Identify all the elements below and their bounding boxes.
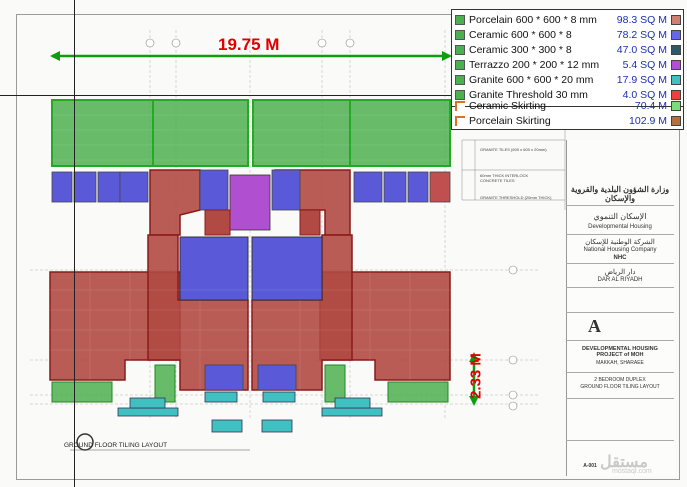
legend-color-swatch xyxy=(671,14,681,25)
legend-color-swatch xyxy=(671,100,681,111)
project-location: MAKKAH, SHARAEE xyxy=(596,360,644,366)
skirting-icon xyxy=(455,115,465,126)
project-title: DEVELOPMENTAL HOUSING PROJECT of MOH xyxy=(582,346,658,358)
legend-color-swatch xyxy=(671,115,681,126)
legend-material-quantity: 98.3 SQ M xyxy=(616,13,667,26)
title-block-divider xyxy=(566,312,674,313)
sheet-title-1: 2 BEDROOM DUPLEX xyxy=(594,377,646,383)
dimension-vertical-label: 2.33 M xyxy=(467,353,485,399)
material-legend: Porcelain 600 * 600 * 8 mm 98.3 SQ M Cer… xyxy=(451,9,684,130)
legend-row-porcelain-600: Porcelain 600 * 600 * 8 mm 98.3 SQ M xyxy=(455,13,681,26)
nhc-abbr: NHC xyxy=(613,255,627,261)
tile-note-interlock: 60mm THICK INTERLOCK CONCRETE TILES xyxy=(480,173,529,183)
legend-material-name: Ceramic Skirting xyxy=(469,99,547,112)
legend-row-ceramic-300: Ceramic 300 * 300 * 8 47.0 SQ M xyxy=(455,43,681,56)
legend-color-swatch xyxy=(671,74,681,85)
tile-icon xyxy=(455,14,465,25)
title-block-divider xyxy=(566,287,674,288)
legend-color-swatch xyxy=(671,29,681,40)
title-block-divider xyxy=(566,263,674,264)
legend-material-quantity: 47.0 SQ M xyxy=(616,43,667,56)
legend-color-swatch xyxy=(671,44,681,55)
title-block-divider xyxy=(566,234,674,235)
dimension-horizontal-label: 19.75 M xyxy=(218,35,280,54)
legend-row-ceramic-600: Ceramic 600 * 600 * 8 78.2 SQ M xyxy=(455,28,681,41)
legend-row-ceramic-skirting: Ceramic Skirting 70.4 M xyxy=(455,99,681,112)
legend-material-quantity: 5.4 SQ M xyxy=(622,58,667,71)
crosshair-horizontal xyxy=(0,95,455,96)
drawing-title: GROUND FLOOR TILING LAYOUT xyxy=(64,442,168,449)
legend-material-name: Porcelain 600 * 600 * 8 mm xyxy=(469,13,597,26)
legend-material-name: Ceramic 600 * 600 * 8 xyxy=(469,28,572,41)
architect-logo: A xyxy=(588,316,601,336)
title-block-divider xyxy=(566,398,674,399)
nhc-en: National Housing Company xyxy=(583,247,657,253)
skirting-icon xyxy=(455,100,465,111)
legend-material-name: Granite 600 * 600 * 20 mm xyxy=(469,73,594,86)
legend-material-quantity: 102.9 M xyxy=(629,114,667,127)
title-block-divider xyxy=(566,440,674,441)
tile-icon xyxy=(455,74,465,85)
title-block-divider xyxy=(566,205,674,206)
legend-row-porcelain-skirting: Porcelain Skirting 102.9 M xyxy=(455,114,681,127)
legend-material-quantity: 78.2 SQ M xyxy=(616,28,667,41)
legend-color-swatch xyxy=(671,59,681,70)
legend-row-granite-600: Granite 600 * 600 * 20 mm 17.9 SQ M xyxy=(455,73,681,86)
tile-icon xyxy=(455,59,465,70)
dar-ar: دار الرياض xyxy=(604,269,636,276)
legend-color-swatch xyxy=(671,89,681,100)
dev-housing-en: Developmental Housing xyxy=(588,224,652,230)
tile-icon xyxy=(455,44,465,55)
title-block-divider xyxy=(566,340,674,341)
sheet-title-2: GROUND FLOOR TILING LAYOUT xyxy=(580,384,660,390)
crosshair-vertical xyxy=(74,0,75,487)
legend-material-name: Ceramic 300 * 300 * 8 xyxy=(469,43,572,56)
tile-icon xyxy=(455,29,465,40)
legend-material-quantity: 70.4 M xyxy=(634,99,667,112)
dar-en: DAR AL RIYADH xyxy=(597,277,643,283)
tile-note-granite: GRANITE TILES (600 x 600 x 20mm) xyxy=(480,147,547,152)
legend-material-name: Porcelain Skirting xyxy=(469,114,551,127)
ministry-name: وزارة الشؤون البلدية والقروية والإسكان xyxy=(570,185,670,203)
dev-housing-ar: الإسكان التنموي xyxy=(593,212,647,221)
nhc-ar: الشركة الوطنية للإسكان xyxy=(585,239,655,246)
legend-material-quantity: 17.9 SQ M xyxy=(616,73,667,86)
legend-row-terrazzo: Terrazzo 200 * 200 * 12 mm 5.4 SQ M xyxy=(455,58,681,71)
tile-icon xyxy=(455,89,465,100)
legend-material-name: Terrazzo 200 * 200 * 12 mm xyxy=(469,58,600,71)
watermark-url: mostaql.com xyxy=(612,468,652,475)
title-block-divider xyxy=(566,372,674,373)
tile-note-threshold: GRANITE THRESHOLD (20mm THICK) xyxy=(480,195,552,200)
